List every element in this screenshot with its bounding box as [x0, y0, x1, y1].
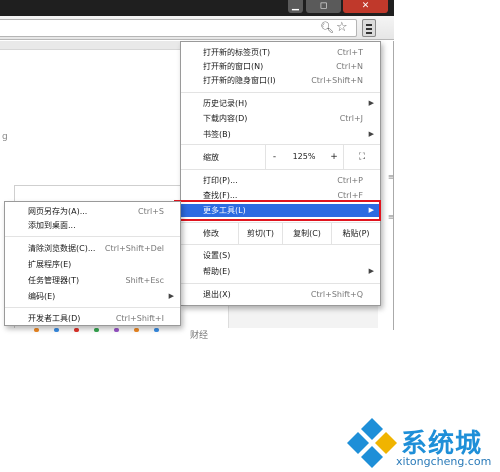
zoom-in-button[interactable]: +	[325, 145, 343, 169]
submenu-item-dev-tools[interactable]: 开发者工具(D) Ctrl+Shift+I	[5, 312, 180, 325]
menu-item-bookmarks[interactable]: 书签(B) ▶	[181, 128, 380, 141]
menu-item-exit[interactable]: 退出(X) Ctrl+Shift+Q	[181, 288, 380, 301]
menu-item-help[interactable]: 帮助(E) ▶	[181, 265, 380, 278]
menu-separator	[5, 236, 180, 237]
submenu-item-encoding[interactable]: 编码(E) ▶	[5, 290, 180, 303]
menu-item-new-window[interactable]: 打开新的窗口(N) Ctrl+N	[181, 60, 380, 73]
copy-button[interactable]: 复制(C)	[282, 223, 331, 244]
fullscreen-icon[interactable]: ⛶	[343, 145, 380, 169]
menu-separator	[181, 169, 380, 170]
page-bullet-icon	[134, 328, 139, 332]
menu-separator	[181, 244, 380, 245]
zoom-icon[interactable]: 🔍︎	[320, 21, 334, 34]
highlight-annotation-box	[174, 200, 381, 221]
menu-item-new-tab[interactable]: 打开新的标签页(T) Ctrl+T	[181, 46, 380, 59]
edit-label: 修改	[203, 229, 219, 238]
menu-item-settings[interactable]: 设置(S)	[181, 249, 380, 262]
address-bar[interactable]: 🔍︎ ☆	[0, 19, 357, 37]
menu-item-downloads[interactable]: 下载内容(D) Ctrl+J	[181, 112, 380, 125]
more-tools-submenu: 网页另存为(A)... Ctrl+S 添加到桌面... 清除浏览数据(C)... C…	[4, 201, 181, 326]
submenu-arrow-icon: ▶	[168, 292, 174, 300]
scroll-marker-icon: ≡	[388, 173, 394, 181]
zoom-out-button[interactable]: -	[265, 145, 283, 169]
page-edge-text: g	[2, 132, 8, 142]
menu-separator	[5, 307, 180, 308]
page-bullet-icon	[74, 328, 79, 332]
submenu-arrow-icon: ▶	[368, 130, 374, 138]
page-bullet-icon	[114, 328, 119, 332]
page-bullet-icon	[34, 328, 39, 332]
hamburger-menu-icon[interactable]	[362, 19, 376, 37]
submenu-item-add-to-desktop[interactable]: 添加到桌面...	[5, 219, 180, 232]
menu-item-print[interactable]: 打印(P)... Ctrl+P	[181, 174, 380, 187]
chrome-main-menu: 打开新的标签页(T) Ctrl+T 打开新的窗口(N) Ctrl+N 打开新的隐身窗…	[180, 41, 381, 306]
submenu-item-clear-data[interactable]: 清除浏览数据(C)... Ctrl+Shift+Del	[5, 242, 180, 255]
submenu-arrow-icon: ▶	[368, 99, 374, 107]
scroll-marker-icon: ≡	[388, 213, 394, 221]
edit-row: 修改 剪切(T) 复制(C) 粘贴(P)	[181, 223, 380, 244]
page-link-caijing[interactable]: 财经	[190, 328, 208, 341]
page-bullet-icon	[94, 328, 99, 332]
diamond-logo	[347, 418, 397, 468]
submenu-item-save-page[interactable]: 网页另存为(A)... Ctrl+S	[5, 205, 180, 218]
maximize-button[interactable]: ◻	[306, 0, 341, 13]
window-titlebar: ▁ ◻ ✕	[0, 0, 394, 16]
submenu-item-extensions[interactable]: 扩展程序(E)	[5, 258, 180, 271]
menu-separator	[181, 283, 380, 284]
zoom-label: 缩放	[203, 153, 219, 162]
minimize-button[interactable]: ▁	[288, 0, 303, 13]
cut-button[interactable]: 剪切(T)	[238, 223, 282, 244]
watermark-url: xitongcheng.com	[396, 455, 492, 468]
menu-item-new-incognito[interactable]: 打开新的隐身窗口(I) Ctrl+Shift+N	[181, 74, 380, 87]
page-header-strip	[0, 41, 180, 50]
zoom-level: 125%	[292, 152, 316, 161]
browser-toolbar: 🔍︎ ☆	[0, 16, 394, 40]
page-icon-row	[34, 328, 184, 332]
page-bullet-icon	[54, 328, 59, 332]
paste-button[interactable]: 粘贴(P)	[331, 223, 380, 244]
submenu-item-task-manager[interactable]: 任务管理器(T) Shift+Esc	[5, 274, 180, 287]
bookmark-star-icon[interactable]: ☆	[336, 20, 348, 35]
submenu-arrow-icon: ▶	[368, 267, 374, 275]
menu-separator	[181, 92, 380, 93]
menu-item-history[interactable]: 历史记录(H) ▶	[181, 97, 380, 110]
close-button[interactable]: ✕	[343, 0, 388, 13]
page-bullet-icon	[154, 328, 159, 332]
